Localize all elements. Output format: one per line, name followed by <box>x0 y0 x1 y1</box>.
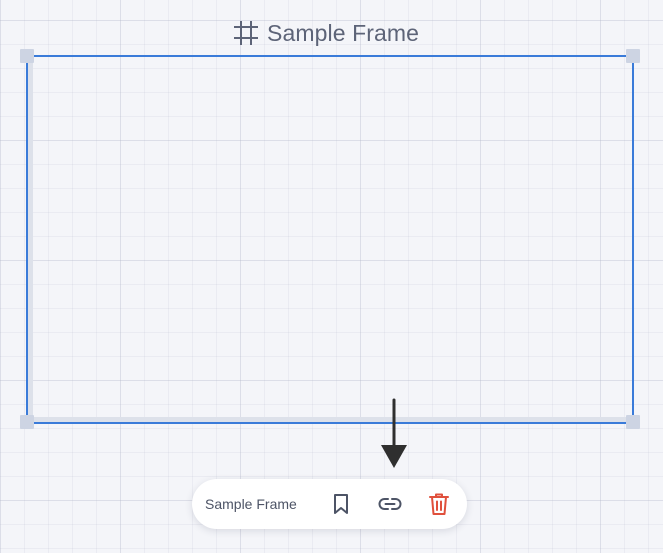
resize-handle-bottom-right[interactable] <box>626 415 640 429</box>
delete-button[interactable] <box>419 484 459 524</box>
resize-handle-top-left[interactable] <box>20 49 34 63</box>
bookmark-button[interactable] <box>321 484 361 524</box>
down-arrow-icon <box>381 398 407 468</box>
trash-icon <box>429 493 449 515</box>
frame-toolbar: Sample Frame <box>192 479 467 529</box>
copy-link-button[interactable] <box>370 484 410 524</box>
toolbar-frame-name: Sample Frame <box>205 496 297 512</box>
link-icon <box>378 498 402 510</box>
bookmark-icon <box>334 494 348 514</box>
resize-handle-top-right[interactable] <box>626 49 640 63</box>
frame[interactable] <box>26 55 634 424</box>
resize-handle-bottom-left[interactable] <box>20 415 34 429</box>
frame-title-label: Sample Frame <box>267 20 420 46</box>
frame-hash-icon <box>234 21 258 45</box>
frame-title[interactable]: Sample Frame <box>233 18 419 48</box>
